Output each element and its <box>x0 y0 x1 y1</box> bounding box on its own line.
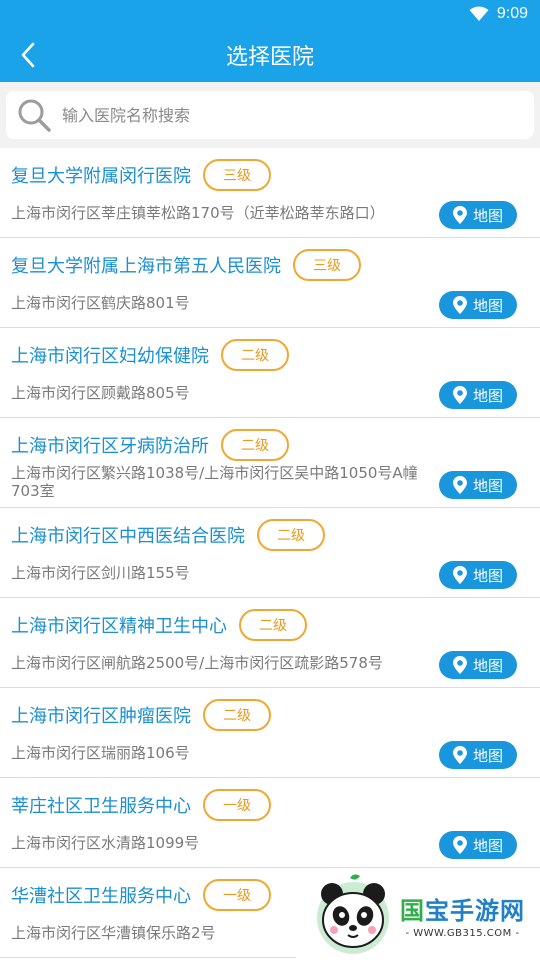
map-button-label: 地图 <box>472 656 503 675</box>
location-pin-icon <box>452 836 467 854</box>
watermark-brand: 国宝手游网 <box>400 897 525 925</box>
search-icon <box>18 99 51 132</box>
hospital-name: 莘庄社区卫生服务中心 <box>11 796 191 817</box>
search-area <box>0 82 540 148</box>
map-button-label: 地图 <box>472 836 503 855</box>
hospital-address: 上海市闵行区鹤庆路801号 <box>11 294 190 312</box>
status-bar: 9:09 <box>0 0 540 28</box>
watermark-url: - WWW.GB315.COM - <box>405 928 520 939</box>
map-button[interactable]: 地图 <box>439 381 517 409</box>
map-button[interactable]: 地图 <box>439 651 517 679</box>
hospital-item[interactable]: 上海市闵行区牙病防治所 二级 上海市闵行区繁兴路1038号/上海市闵行区吴中路1… <box>0 418 540 508</box>
level-badge: 一级 <box>203 879 271 911</box>
watermark-text: 国宝手游网 - WWW.GB315.COM - <box>400 891 525 939</box>
wifi-icon <box>469 6 489 21</box>
level-badge: 一级 <box>203 789 271 821</box>
hospital-address: 上海市闵行区繁兴路1038号/上海市闵行区吴中路1050号A幢703室 <box>11 464 418 500</box>
map-button[interactable]: 地图 <box>439 471 517 499</box>
hospital-address: 上海市闵行区闸航路2500号/上海市闵行区疏影路578号 <box>11 654 383 672</box>
hospital-name: 华漕社区卫生服务中心 <box>11 886 191 907</box>
hospital-item[interactable]: 上海市闵行区肿瘤医院 二级 上海市闵行区瑞丽路106号 地图 <box>0 688 540 778</box>
page-title: 选择医院 <box>225 45 314 70</box>
back-button[interactable] <box>10 37 46 73</box>
hospital-address: 上海市闵行区瑞丽路106号 <box>11 744 190 762</box>
search-input[interactable] <box>62 105 502 125</box>
hospital-item[interactable]: 复旦大学附属上海市第五人民医院 三级 上海市闵行区鹤庆路801号 地图 <box>0 238 540 328</box>
hospital-item[interactable]: 复旦大学附属闵行医院 三级 上海市闵行区莘庄镇莘松路170号（近莘松路莘东路口）… <box>0 148 540 238</box>
location-pin-icon <box>452 656 467 674</box>
panda-logo-icon <box>317 874 389 954</box>
hospital-item[interactable]: 上海市闵行区妇幼保健院 二级 上海市闵行区顾戴路805号 地图 <box>0 328 540 418</box>
map-button-label: 地图 <box>472 296 503 315</box>
hospital-list: 复旦大学附属闵行医院 三级 上海市闵行区莘庄镇莘松路170号（近莘松路莘东路口）… <box>0 148 540 960</box>
location-pin-icon <box>452 206 467 224</box>
search-box[interactable] <box>6 91 534 139</box>
hospital-name: 上海市闵行区妇幼保健院 <box>11 346 209 367</box>
chevron-left-icon <box>21 42 35 68</box>
hospital-name: 上海市闵行区肿瘤医院 <box>11 706 191 727</box>
map-button-label: 地图 <box>472 386 503 405</box>
map-button[interactable]: 地图 <box>439 291 517 319</box>
hospital-item[interactable]: 莘庄社区卫生服务中心 一级 上海市闵行区水清路1099号 地图 <box>0 778 540 868</box>
hospital-address: 上海市闵行区莘庄镇莘松路170号（近莘松路莘东路口） <box>11 204 385 222</box>
level-badge: 二级 <box>221 429 289 461</box>
hospital-address: 上海市闵行区水清路1099号 <box>11 834 200 852</box>
hospital-name: 复旦大学附属闵行医院 <box>11 166 191 187</box>
map-button-label: 地图 <box>472 746 503 765</box>
map-button[interactable]: 地图 <box>439 831 517 859</box>
level-badge: 三级 <box>203 159 271 191</box>
map-button[interactable]: 地图 <box>439 201 517 229</box>
hospital-item[interactable]: 上海市闵行区精神卫生中心 二级 上海市闵行区闸航路2500号/上海市闵行区疏影路… <box>0 598 540 688</box>
hospital-item[interactable]: 上海市闵行区中西医结合医院 二级 上海市闵行区剑川路155号 地图 <box>0 508 540 598</box>
map-button-label: 地图 <box>472 206 503 225</box>
location-pin-icon <box>452 386 467 404</box>
location-pin-icon <box>452 296 467 314</box>
level-badge: 二级 <box>239 609 307 641</box>
location-pin-icon <box>452 566 467 584</box>
location-pin-icon <box>452 476 467 494</box>
hospital-name: 上海市闵行区精神卫生中心 <box>11 616 227 637</box>
level-badge: 三级 <box>293 249 361 281</box>
hospital-name: 上海市闵行区牙病防治所 <box>11 436 209 457</box>
watermark: 国宝手游网 - WWW.GB315.COM - <box>296 870 540 960</box>
level-badge: 二级 <box>257 519 325 551</box>
location-pin-icon <box>452 746 467 764</box>
status-time: 9:09 <box>496 5 528 22</box>
level-badge: 二级 <box>203 699 271 731</box>
map-button[interactable]: 地图 <box>439 741 517 769</box>
map-button-label: 地图 <box>472 476 503 495</box>
map-button[interactable]: 地图 <box>439 561 517 589</box>
nav-bar: 选择医院 <box>0 28 540 82</box>
hospital-address: 上海市闵行区剑川路155号 <box>11 564 190 582</box>
hospital-name: 复旦大学附属上海市第五人民医院 <box>11 256 281 277</box>
map-button-label: 地图 <box>472 566 503 585</box>
level-badge: 二级 <box>221 339 289 371</box>
hospital-name: 上海市闵行区中西医结合医院 <box>11 526 245 547</box>
hospital-address: 上海市闵行区顾戴路805号 <box>11 384 190 402</box>
